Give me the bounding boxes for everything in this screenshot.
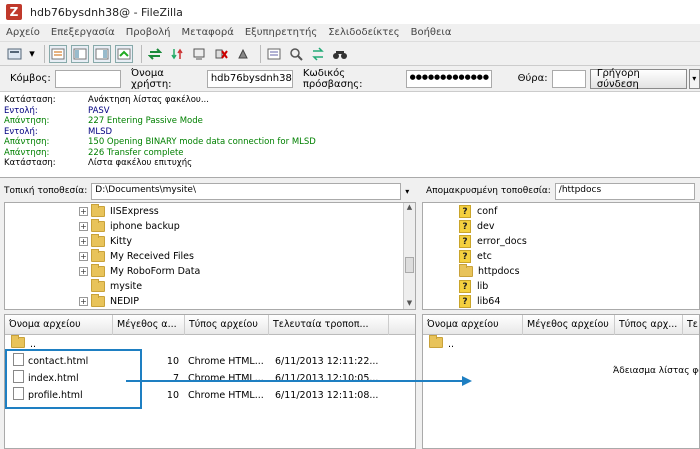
transfer-arrow-icon (126, 376, 472, 386)
